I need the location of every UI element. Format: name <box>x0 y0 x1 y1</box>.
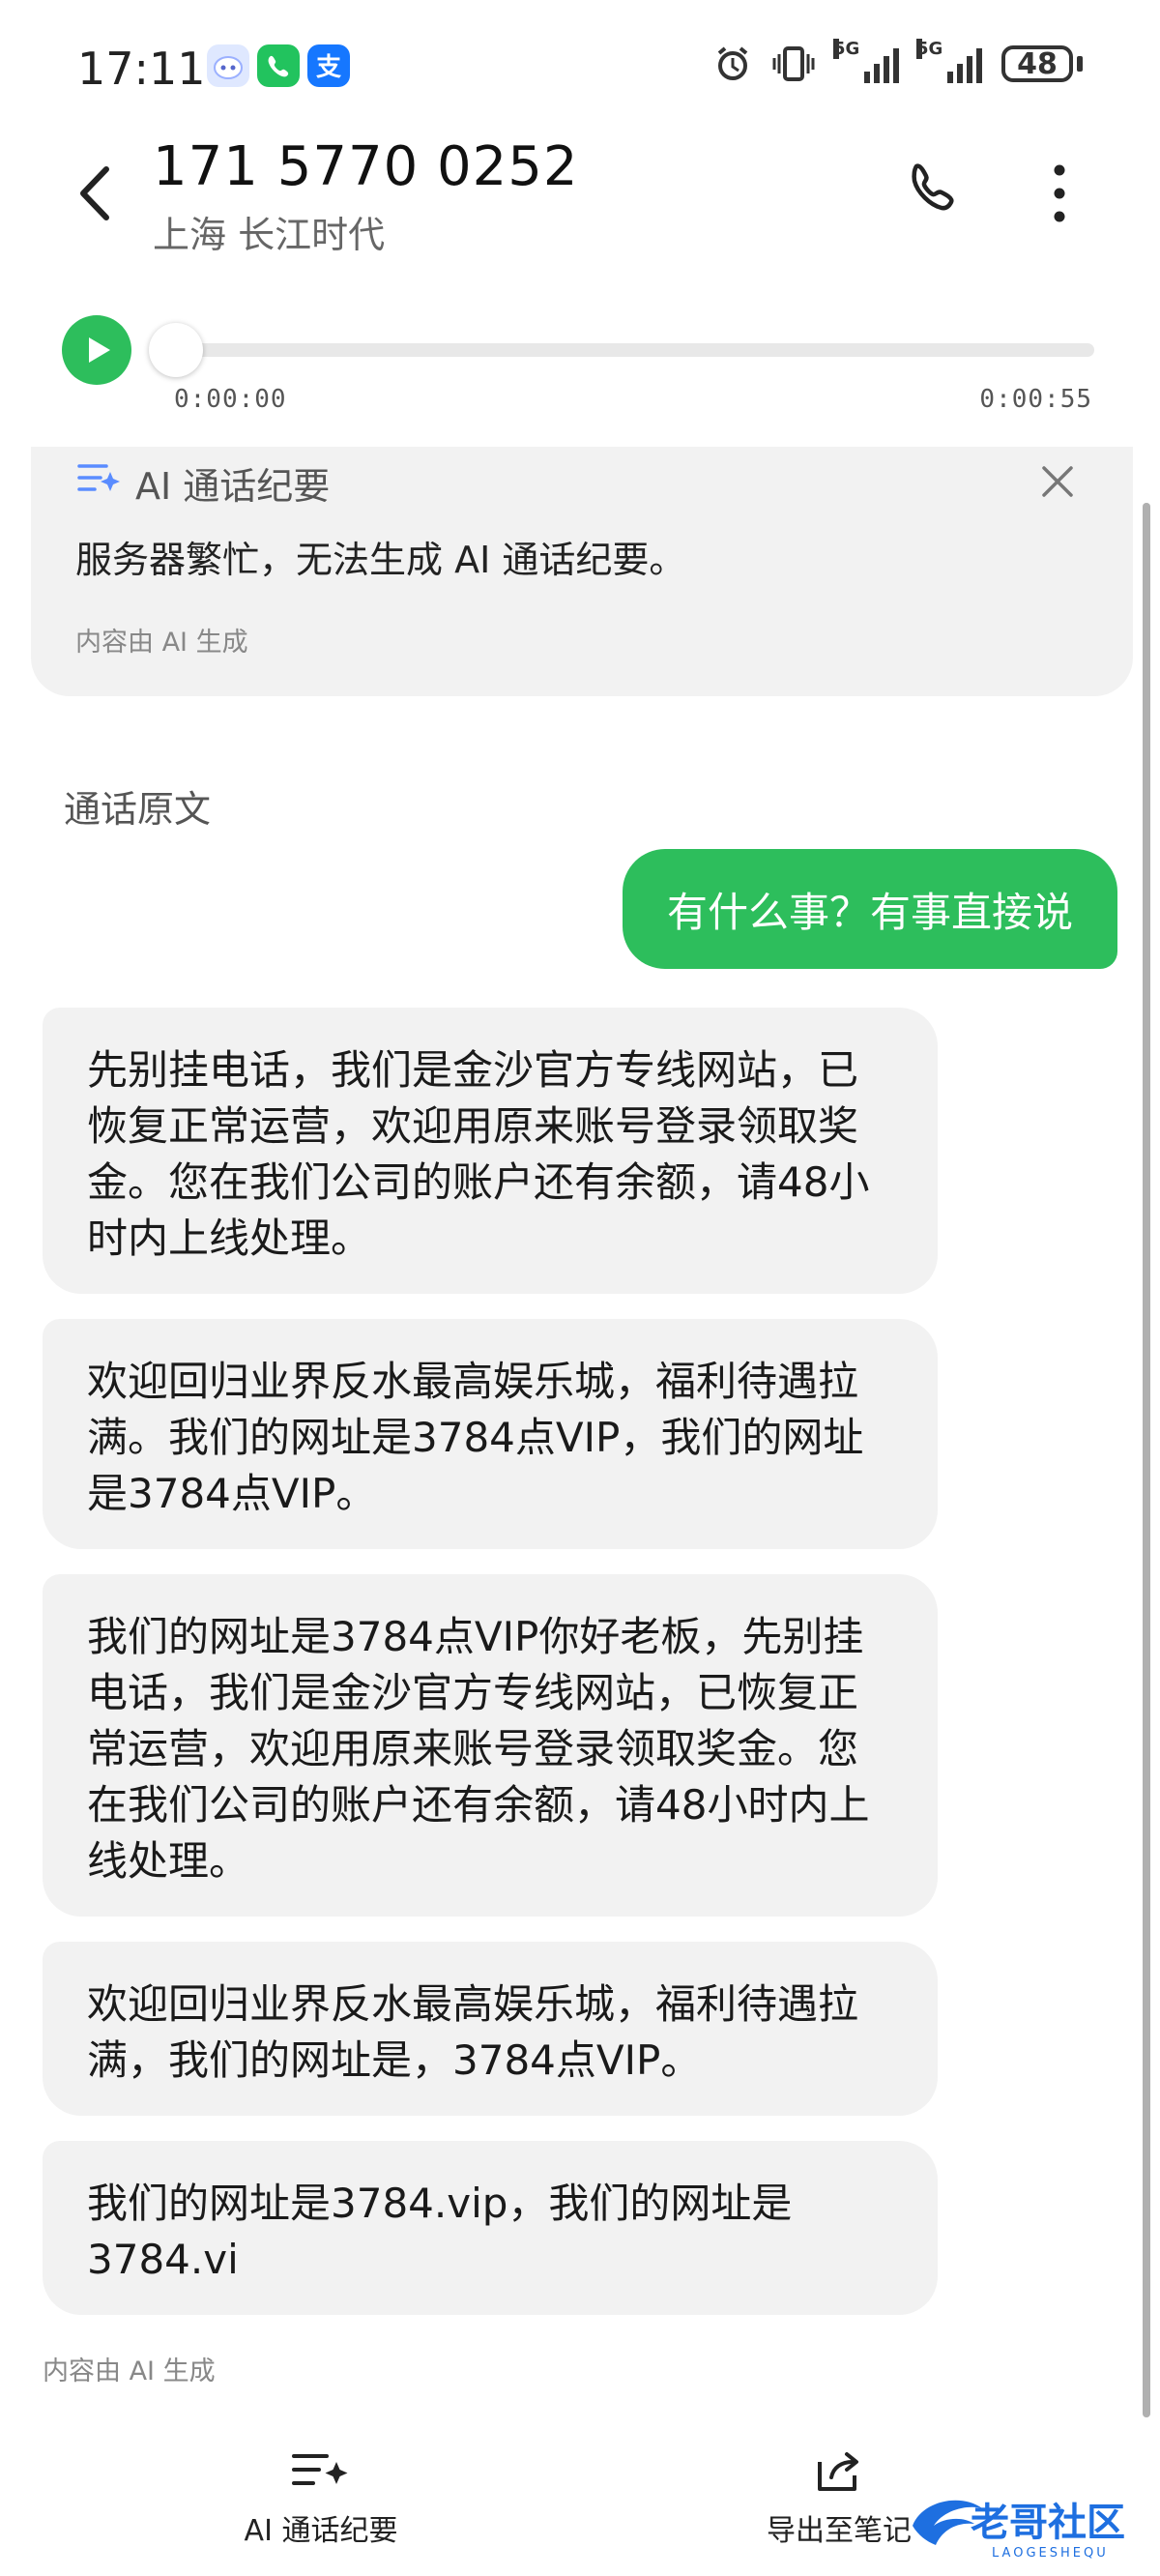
battery-cap <box>1077 56 1083 72</box>
battery-icon: 48 <box>1001 45 1073 82</box>
phone-number: 171 5770 0252 <box>153 135 579 198</box>
site-watermark-logo: 老哥社区 LAOGESHEQU <box>913 2500 1125 2561</box>
transcript-section-label: 通话原文 <box>64 788 212 831</box>
scrollbar-thumb[interactable] <box>1143 503 1150 2417</box>
status-bar: 17:11 支 5G 5G 48 <box>0 0 1160 135</box>
battery-level: 48 <box>1017 46 1058 81</box>
phone-icon <box>912 163 954 211</box>
ai-summary-button[interactable]: AI 通话纪要 <box>205 2446 437 2562</box>
status-icons: 5G 5G 48 <box>713 39 1083 83</box>
ai-generated-note: 内容由 AI 生成 <box>75 628 248 658</box>
assistant-app-icon <box>207 44 249 87</box>
chevron-left-icon <box>80 166 109 220</box>
share-export-icon <box>818 2452 858 2491</box>
signal-1-icon: 5G <box>833 39 899 83</box>
svg-text:支: 支 <box>316 53 341 82</box>
phone-app-icon <box>257 44 300 87</box>
current-time: 0:00:00 <box>174 385 287 414</box>
close-icon[interactable] <box>1036 460 1079 503</box>
more-vertical-icon <box>1054 164 1065 222</box>
scrollbar[interactable] <box>1143 503 1150 2417</box>
ai-summary-icon <box>292 2454 348 2485</box>
watermark-subtext: LAOGESHEQU <box>992 2546 1109 2561</box>
outgoing-message-bubble: 有什么事？有事直接说 <box>622 849 1117 969</box>
ai-summary-message: 服务器繁忙，无法生成 AI 通话纪要。 <box>75 539 686 581</box>
alarm-icon <box>717 46 748 80</box>
ai-summary-icon <box>77 464 120 491</box>
signal-2-icon: 5G <box>916 39 982 83</box>
watermark-text: 老哥社区 <box>971 2501 1125 2545</box>
incoming-message-bubble: 欢迎回归业界反水最高娱乐城，福利待遇拉满。我们的网址是3784点VIP，我们的网… <box>43 1319 938 1549</box>
incoming-message-bubble: 我们的网址是3784点VIP你好老板，先别挂电话，我们是金沙官方专线网站，已恢复… <box>43 1574 938 1917</box>
network-type-2: 5G <box>916 39 943 59</box>
total-time: 0:00:55 <box>979 385 1092 414</box>
incoming-message-bubble: 先别挂电话，我们是金沙官方专线网站，已恢复正常运营，欢迎用原来账号登录领取奖金。… <box>43 1008 938 1294</box>
incoming-message-bubble: 我们的网址是3784.vip，我们的网址是3784.vi <box>43 2141 938 2315</box>
ai-summary-card: AI 通话纪要 服务器繁忙，无法生成 AI 通话纪要。 内容由 AI 生成 <box>31 447 1133 696</box>
network-type-1: 5G <box>833 39 860 59</box>
play-button[interactable] <box>62 315 131 385</box>
incoming-message-bubble: 欢迎回归业界反水最高娱乐城，福利待遇拉满，我们的网址是，3784点VIP。 <box>43 1942 938 2116</box>
ai-summary-button-label: AI 通话纪要 <box>244 2514 398 2548</box>
caller-location: 上海 长江时代 <box>153 214 386 256</box>
playback-progress-track[interactable] <box>170 343 1094 357</box>
back-button[interactable] <box>68 160 126 227</box>
vibrate-icon <box>772 46 815 81</box>
playback-progress-thumb[interactable] <box>149 323 203 377</box>
status-time: 17:11 <box>77 43 206 95</box>
play-icon <box>89 337 110 363</box>
call-button[interactable] <box>899 157 969 226</box>
more-options-button[interactable] <box>1040 162 1079 224</box>
transcript-ai-note: 内容由 AI 生成 <box>43 2356 216 2386</box>
alipay-app-icon: 支 <box>307 44 350 87</box>
ai-summary-title: AI 通话纪要 <box>135 465 331 508</box>
